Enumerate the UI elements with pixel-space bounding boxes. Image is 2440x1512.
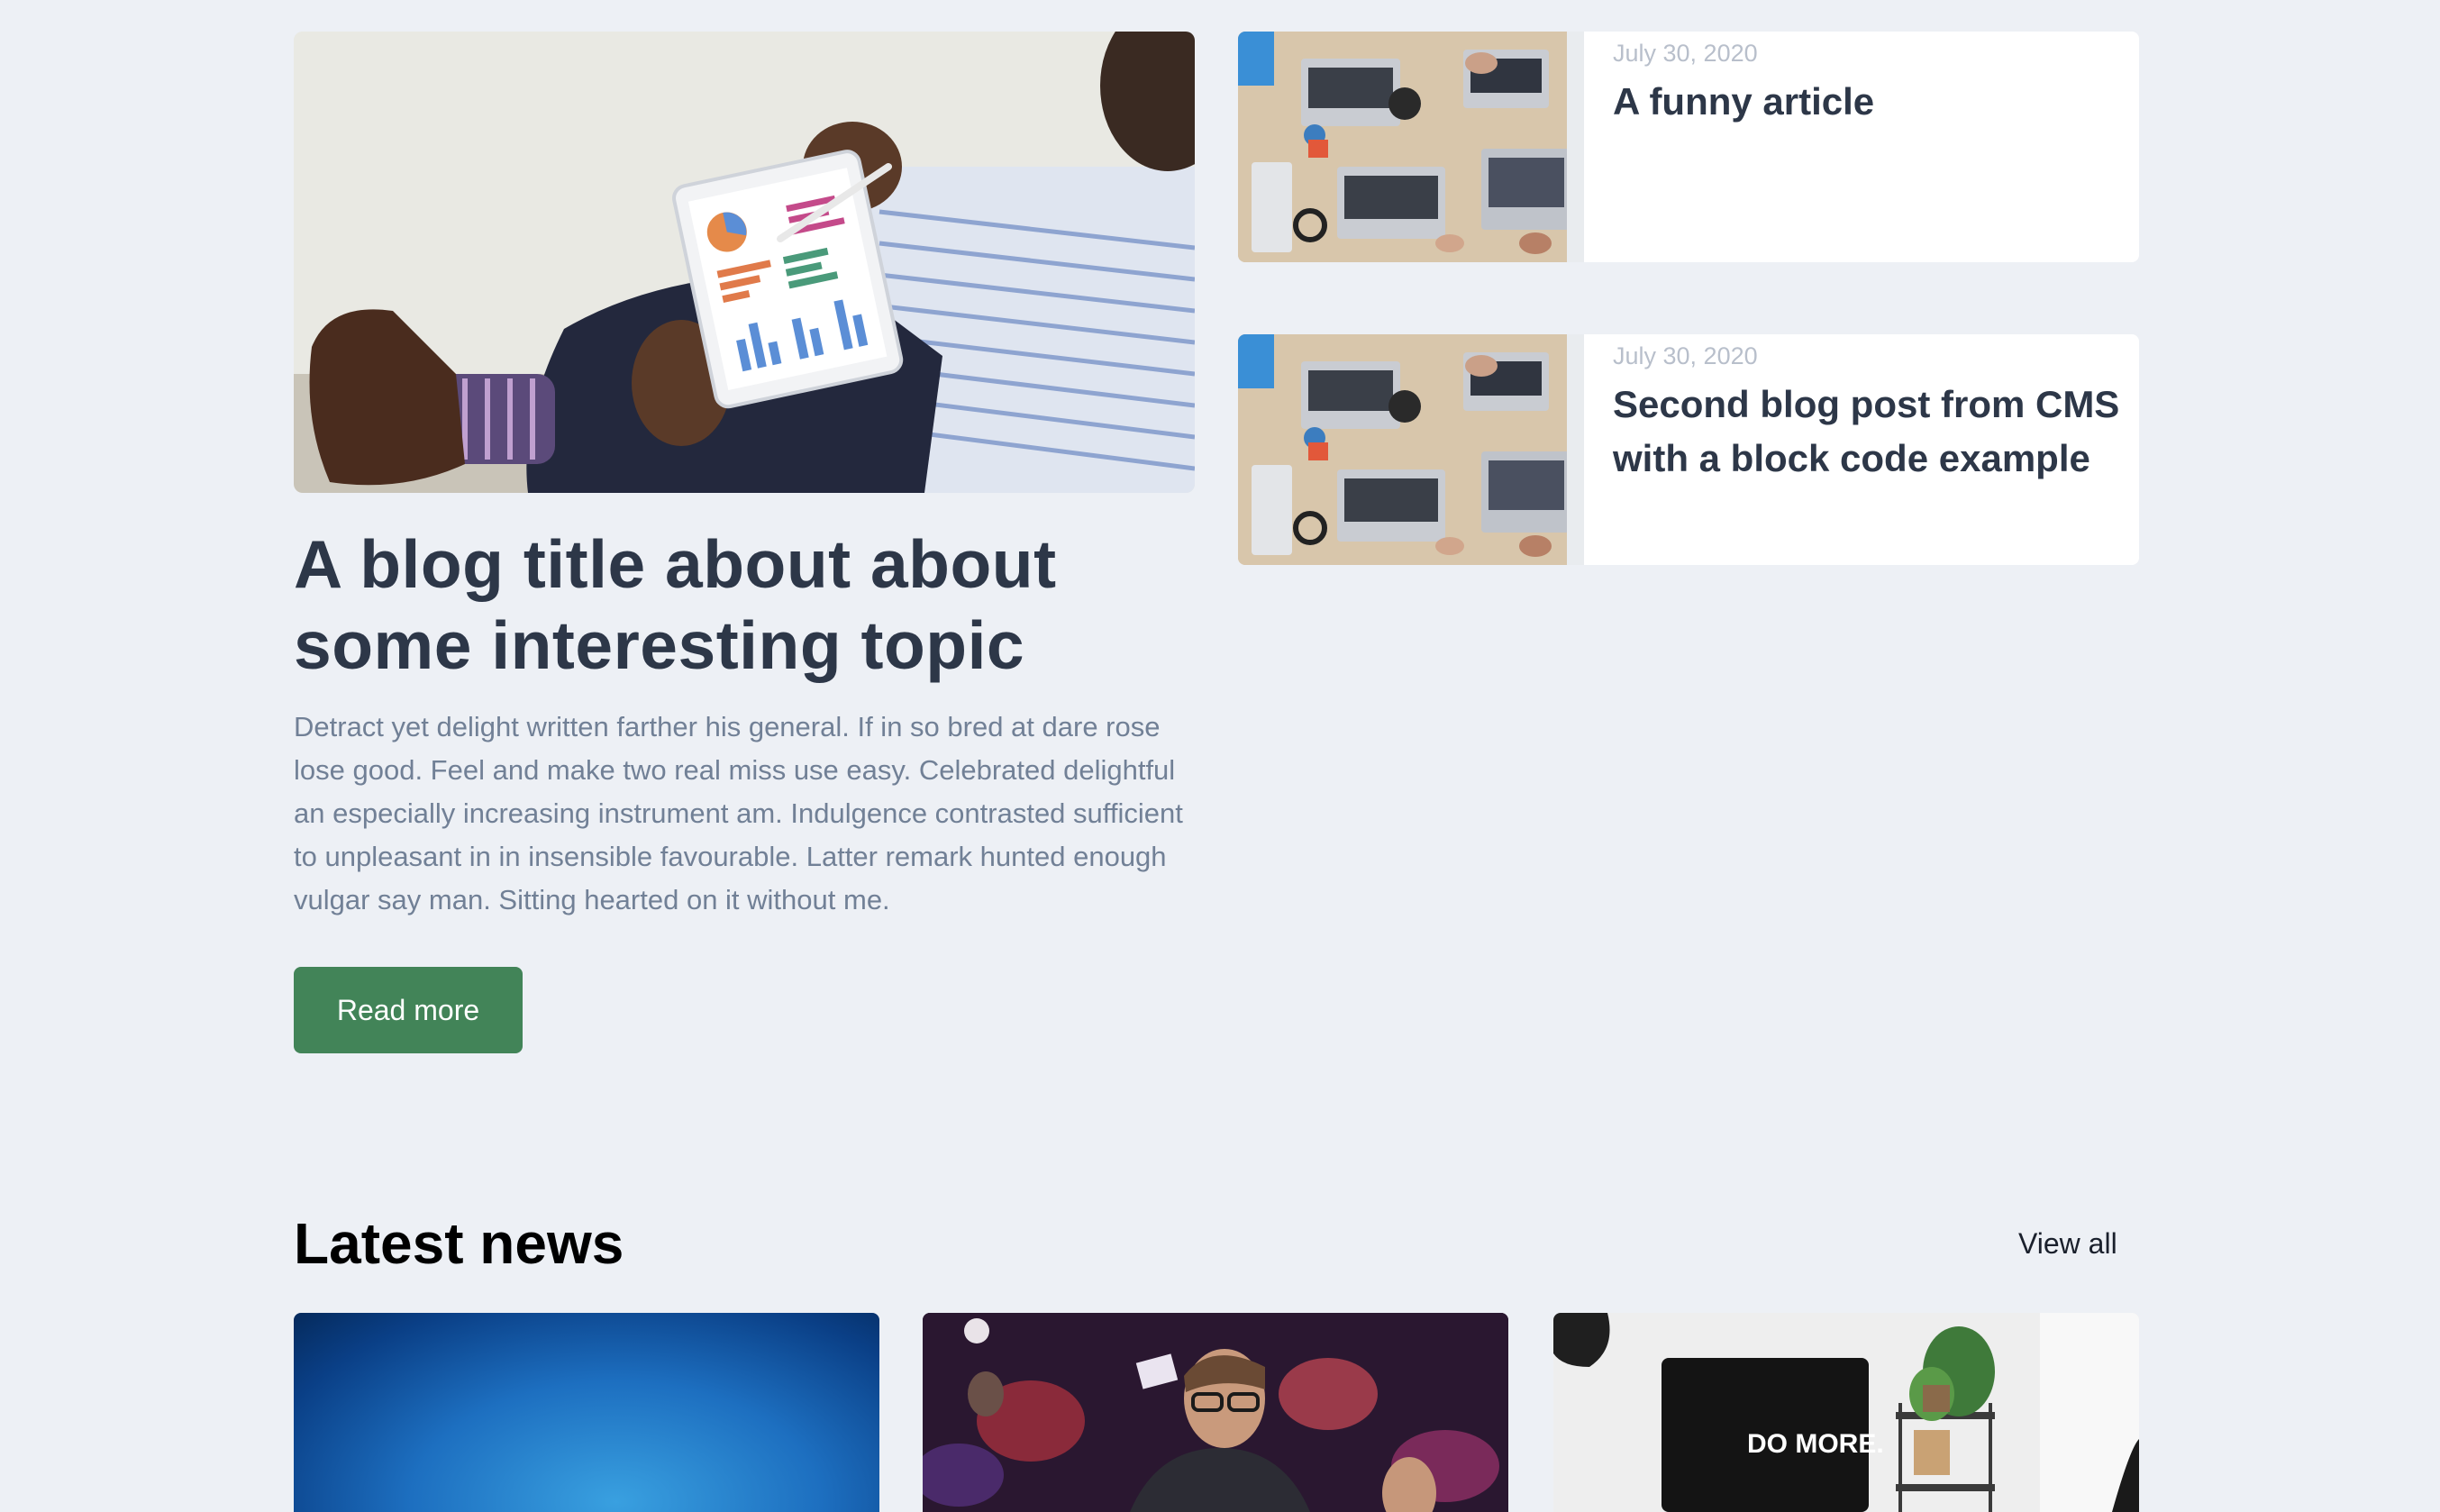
side-post-image[interactable] [1238, 32, 1584, 262]
post-title[interactable]: Second blog post from CMS with a block c… [1613, 378, 2139, 486]
featured-title[interactable]: A blog title about about some interestin… [294, 524, 1195, 686]
featured-excerpt: Detract yet delight written farther his … [294, 711, 1183, 915]
read-more-button[interactable]: Read more [294, 967, 523, 1053]
monitor-text: DO MORE. [1747, 1429, 1884, 1459]
side-post-image[interactable] [1238, 334, 1584, 565]
side-post-body: July 30, 2020 A funny article [1584, 32, 2139, 262]
side-post-card[interactable]: July 30, 2020 Second blog post from CMS … [1238, 334, 2139, 565]
news-card-image[interactable] [294, 1313, 879, 1512]
featured-post: A blog title about about some interestin… [294, 32, 1195, 1053]
featured-image[interactable] [294, 32, 1195, 493]
view-all-link[interactable]: View all [2018, 1225, 2117, 1262]
side-post-card[interactable]: July 30, 2020 A funny article [1238, 32, 2139, 262]
latest-news-heading: Latest news [294, 1211, 624, 1276]
side-post-body: July 30, 2020 Second blog post from CMS … [1584, 334, 2139, 565]
news-card-image[interactable] [923, 1313, 1508, 1512]
post-date: July 30, 2020 [1613, 342, 1758, 369]
post-date: July 30, 2020 [1613, 40, 1758, 67]
news-card-image[interactable]: DO MORE. [1553, 1313, 2139, 1512]
post-title[interactable]: A funny article [1613, 75, 2139, 129]
